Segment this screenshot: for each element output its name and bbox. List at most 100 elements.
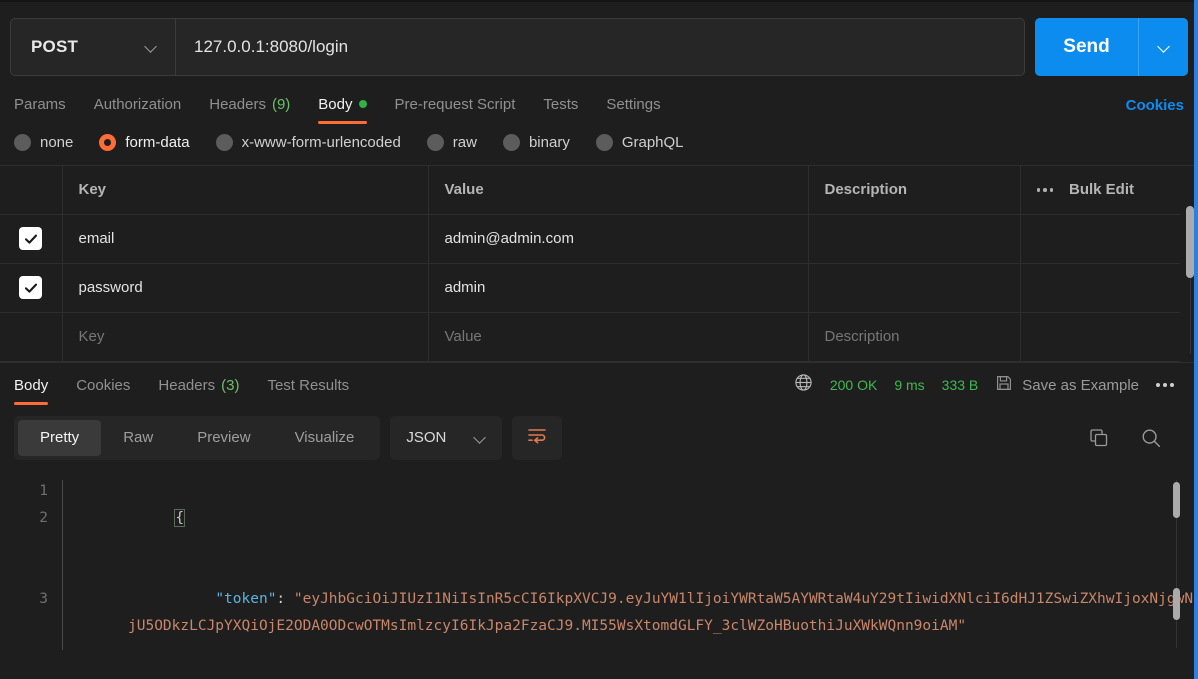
request-tabs: Params Authorization Headers (9) Body Pr… [0, 80, 1198, 124]
row-actions[interactable] [1020, 263, 1180, 313]
line-number-gutter: 1 2 3 [0, 478, 62, 650]
row-actions[interactable] [1020, 214, 1180, 264]
ellipsis-icon[interactable] [1036, 188, 1053, 192]
response-language-select[interactable]: JSON [390, 415, 503, 460]
chevron-down-icon [474, 432, 486, 444]
code-scrollbar-thumb-bottom[interactable] [1173, 587, 1180, 620]
tab-label: Pre-request Script [394, 95, 516, 113]
line-number: 2 [39, 509, 48, 526]
window-right-edge-highlight [1194, 0, 1198, 679]
body-mode-binary[interactable]: binary [502, 134, 570, 151]
row-checkbox-cell [0, 214, 63, 264]
row-checkbox-cell [0, 263, 63, 313]
search-icon[interactable] [1140, 427, 1162, 449]
tab-authorization[interactable]: Authorization [80, 84, 196, 124]
json-open-brace: { [174, 508, 186, 527]
response-tab-body[interactable]: Body [14, 365, 62, 405]
view-raw[interactable]: Raw [101, 420, 175, 456]
tab-label: Test Results [267, 376, 350, 394]
body-mode-none[interactable]: none [14, 134, 73, 151]
tab-pre-request-script[interactable]: Pre-request Script [381, 84, 530, 124]
row-key[interactable]: password [62, 263, 429, 313]
copy-icon[interactable] [1088, 427, 1110, 449]
placeholder-key-input[interactable]: Key [62, 312, 429, 362]
response-tabs: Body Cookies Headers (3) Test Results 20… [0, 361, 1198, 408]
table-header-row: Key Value Description Bulk Edit [0, 166, 1180, 215]
chevron-down-icon [1158, 41, 1170, 53]
body-mode-label: binary [528, 134, 570, 151]
body-mode-x-www-form-urlencoded[interactable]: x-www-form-urlencoded [215, 134, 401, 151]
placeholder-checkbox-cell [0, 312, 63, 362]
row-key[interactable]: email [62, 214, 429, 264]
tab-label: Settings [606, 95, 661, 113]
response-tab-test-results[interactable]: Test Results [253, 365, 363, 405]
radio-selected-icon [99, 134, 117, 151]
http-method-selector[interactable]: POST [11, 19, 176, 75]
tab-settings[interactable]: Settings [592, 84, 674, 124]
radio-icon [595, 134, 613, 151]
response-tab-cookies[interactable]: Cookies [62, 365, 144, 405]
row-value[interactable]: admin@admin.com [428, 214, 809, 264]
ellipsis-icon[interactable] [1156, 383, 1174, 387]
code-content: { "token": "eyJhbGciOiJIUzI1NiIsInR5cCI6… [62, 478, 1198, 650]
checkbox-checked-icon[interactable] [19, 227, 43, 250]
table-placeholder-row: Key Value Description [0, 312, 1180, 362]
form-data-table: Key Value Description Bulk Edit email ad… [0, 166, 1180, 362]
json-colon: : [276, 590, 294, 607]
body-mode-label: form-data [125, 134, 190, 151]
bulk-edit-button[interactable]: Bulk Edit [1069, 181, 1134, 198]
tab-params[interactable]: Params [14, 84, 80, 124]
send-button[interactable]: Send [1035, 18, 1138, 76]
tab-label: Params [14, 95, 66, 113]
json-key: "token" [215, 590, 277, 607]
cookies-link[interactable]: Cookies [1126, 97, 1184, 124]
save-as-example-button[interactable]: Save as Example [995, 374, 1139, 396]
url-input[interactable] [176, 19, 1024, 75]
body-mode-label: none [40, 134, 74, 151]
code-editor: 1 2 3 { "token": "eyJhbGciOiJIUzI1NiIsIn… [0, 478, 1198, 650]
tab-label: Authorization [93, 95, 182, 113]
response-time: 9 ms [894, 377, 925, 393]
placeholder-actions [1020, 312, 1180, 362]
line-number: 3 [39, 590, 48, 607]
row-description[interactable] [808, 214, 1021, 264]
response-size: 333 B [941, 377, 979, 393]
tab-body[interactable]: Body [304, 84, 380, 124]
tab-label: Body [318, 95, 353, 113]
body-mode-label: x-www-form-urlencoded [241, 134, 401, 151]
header-description: Description [808, 166, 1021, 215]
word-wrap-icon [526, 426, 548, 449]
table-row: password admin [0, 263, 1180, 313]
body-mode-raw[interactable]: raw [426, 134, 477, 151]
placeholder-value-input[interactable]: Value [428, 312, 809, 362]
response-body-viewer[interactable]: 1 2 3 { "token": "eyJhbGciOiJIUzI1NiIsIn… [0, 470, 1198, 650]
body-mode-form-data[interactable]: form-data [99, 134, 190, 151]
send-options-button[interactable] [1138, 18, 1188, 76]
word-wrap-button[interactable] [512, 415, 563, 460]
checkbox-checked-icon[interactable] [19, 276, 43, 299]
code-scrollbar-thumb-top[interactable] [1173, 481, 1180, 518]
view-visualize[interactable]: Visualize [273, 420, 377, 456]
chevron-down-icon [145, 41, 157, 53]
http-method-label: POST [31, 37, 79, 56]
row-description[interactable] [808, 263, 1021, 313]
save-as-example-label: Save as Example [1022, 376, 1139, 394]
body-mode-graphql[interactable]: GraphQL [595, 134, 684, 151]
header-value: Value [428, 166, 809, 215]
row-value[interactable]: admin [428, 263, 809, 313]
tab-label: Tests [543, 95, 579, 113]
table-scrollbar-thumb[interactable] [1186, 206, 1194, 278]
response-tab-headers[interactable]: Headers (3) [144, 365, 253, 405]
window-top-border [0, 0, 1198, 2]
status-code: 200 OK [829, 377, 878, 393]
tab-tests[interactable]: Tests [529, 84, 592, 124]
response-actions [1088, 427, 1184, 449]
response-language-label: JSON [406, 429, 447, 446]
radio-icon [426, 134, 444, 151]
view-preview[interactable]: Preview [175, 420, 272, 456]
placeholder-description-input[interactable]: Description [808, 312, 1021, 362]
tab-headers[interactable]: Headers (9) [195, 84, 304, 124]
radio-icon [14, 134, 31, 151]
line-number: 1 [39, 482, 48, 499]
view-pretty[interactable]: Pretty [18, 419, 102, 456]
